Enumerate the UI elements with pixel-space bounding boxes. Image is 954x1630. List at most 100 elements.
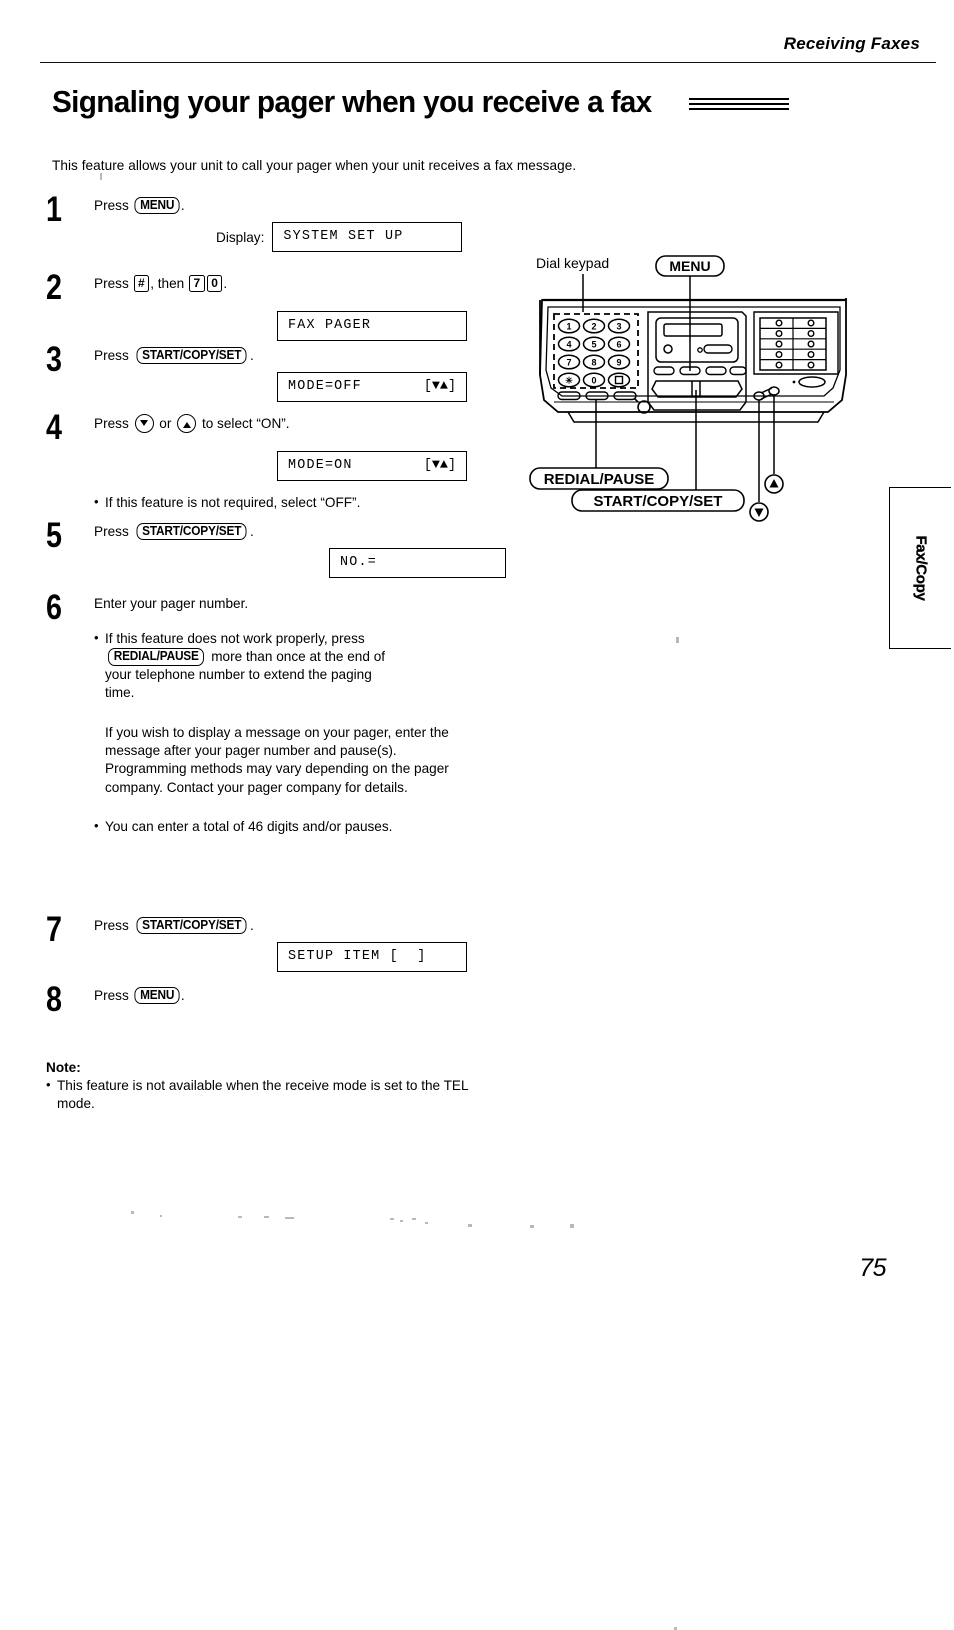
bullet-line-3: your telephone number to extend the pagi… (105, 667, 372, 683)
step-text-after: . (249, 523, 254, 539)
hash-key-label: # (133, 275, 150, 292)
bullet-line-1: If this feature does not work properly, … (105, 631, 365, 646)
step-5: 5 Press START/COPY/SET . NO.= (46, 516, 506, 594)
step-6-bullet-2: You can enter a total of 46 digits and/o… (94, 817, 506, 836)
menu-key-label: MENU (133, 986, 180, 1005)
start-copy-set-key-label: START/COPY/SET (136, 346, 247, 365)
step-4-bullet: If this feature is not required, select … (94, 493, 506, 512)
lcd-text: SYSTEM SET UP (283, 229, 404, 244)
scan-speck (530, 1225, 534, 1228)
digit-key-7-label: 7 (189, 275, 205, 292)
down-arrow-icon (134, 414, 154, 433)
page-number: 75 (859, 1254, 886, 1282)
step-text-after: . (180, 197, 185, 213)
keypad-key-0: 0 (591, 376, 596, 386)
step-6-bullet-1: If this feature does not work properly, … (94, 629, 506, 702)
section-title: Receiving Faxes (783, 34, 920, 53)
step-4: 4 Press or to select “ON”. MODE=ON [▼▲] … (46, 408, 506, 522)
up-arrow-icon (177, 414, 197, 433)
step-instruction: Press START/COPY/SET . (94, 346, 506, 365)
step-6: 6 Enter your pager number. If this featu… (46, 590, 506, 916)
keypad-key-2: 2 (591, 322, 596, 332)
keypad-key-7: 7 (566, 358, 571, 368)
keypad-key-8: 8 (591, 358, 596, 368)
step-text-before: Press (94, 917, 133, 933)
display-row: MODE=OFF [▼▲] (277, 372, 506, 402)
keypad-key-3: 3 (616, 322, 621, 332)
step-text-before: Press (94, 197, 133, 213)
step-text-before: Press (94, 275, 133, 291)
scan-speck (160, 1215, 162, 1217)
scan-speck (390, 1218, 394, 1220)
lcd-text: MODE=ON (288, 458, 353, 473)
start-copy-set-key-label: START/COPY/SET (136, 916, 247, 935)
redial-pause-callout: REDIAL/PAUSE (529, 467, 669, 490)
menu-callout-label: MENU (669, 258, 710, 274)
page-title-row: Signaling your pager when you receive a … (52, 84, 924, 120)
page-header: Receiving Faxes (40, 34, 936, 64)
step-1: 1 Press MENU . Display: SYSTEM SET UP (46, 190, 506, 274)
lcd-text: FAX PAGER (288, 318, 372, 333)
lcd-display: MODE=ON [▼▲] (277, 451, 467, 481)
keypad-key-4: 4 (566, 340, 571, 350)
keypad-key-9: 9 (616, 358, 621, 368)
keypad-key-5: 5 (591, 340, 596, 350)
lcd-right-text: [▼▲] (423, 379, 456, 394)
note-bullet: This feature is not available when the r… (46, 1076, 486, 1113)
digit-key-0-label: 0 (206, 275, 223, 292)
display-label: Display: (216, 229, 265, 245)
keypad-key-star: ✳ (565, 376, 573, 386)
scan-speck (412, 1218, 416, 1220)
step-number: 8 (46, 980, 62, 1019)
up-arrow-callout-icon (764, 474, 784, 494)
redial-pause-callout-label: REDIAL/PAUSE (544, 471, 655, 488)
lcd-display: NO.= (329, 548, 506, 578)
fax-machine-diagram: 1 2 3 4 5 6 7 8 9 ✳ 0 Dial keypad MENU R… (528, 250, 928, 560)
scan-speck (400, 1220, 403, 1222)
scan-speck (238, 1216, 242, 1218)
step-number: 4 (46, 408, 62, 447)
bullet-line-2: more than once at the end of (207, 649, 386, 665)
display-row: Display: SYSTEM SET UP (216, 222, 506, 252)
lcd-right-text: [▼▲] (423, 458, 456, 473)
step-number: 2 (46, 268, 62, 307)
keypad-key-6: 6 (616, 340, 621, 350)
start-copy-set-callout: START/COPY/SET (571, 489, 745, 512)
step-instruction: Press or to select “ON”. (94, 414, 506, 433)
step-text-mid: , then (150, 275, 189, 291)
step-text-after: to select “ON”. (198, 415, 290, 431)
scan-speck (264, 1216, 269, 1218)
step-text-before: Press (94, 415, 133, 431)
step-8: 8 Press MENU . (46, 980, 506, 1026)
step-instruction: Press MENU . (94, 196, 506, 215)
step-2: 2 Press # , then 7 0 . FAX PAGER (46, 268, 506, 346)
menu-callout: MENU (655, 255, 725, 277)
step-7: 7 Press START/COPY/SET . SETUP ITEM [ ] (46, 910, 506, 986)
lcd-display: FAX PAGER (277, 311, 467, 341)
lcd-display: SYSTEM SET UP (272, 222, 463, 252)
lcd-text: SETUP ITEM [ ] (288, 949, 427, 964)
lcd-display: MODE=OFF [▼▲] (277, 372, 467, 402)
step-instruction: Press # , then 7 0 . (94, 274, 506, 293)
scan-speck (468, 1224, 472, 1227)
step-text-before: Press (94, 523, 133, 539)
start-copy-set-callout-label: START/COPY/SET (594, 493, 723, 510)
step-text-after: . (249, 347, 254, 363)
step-6-paragraph: If you wish to display a message on your… (105, 725, 449, 795)
step-number: 5 (46, 516, 62, 555)
step-number: 7 (46, 910, 62, 949)
note-title: Note: (46, 1060, 81, 1075)
steps-list: 1 Press MENU . Display: SYSTEM SET UP 2 … (46, 190, 506, 1026)
step-number: 3 (46, 340, 62, 379)
step-3: 3 Press START/COPY/SET . MODE=OFF [▼▲] (46, 340, 506, 414)
display-row: MODE=ON [▼▲] (277, 451, 506, 481)
scan-speck (285, 1217, 294, 1219)
menu-key-label: MENU (133, 196, 180, 215)
step-text-before: Press (94, 987, 133, 1003)
lcd-display: SETUP ITEM [ ] (277, 942, 467, 972)
step-instruction: Press MENU . (94, 986, 506, 1005)
scan-speck (570, 1224, 574, 1228)
step-instruction: Press START/COPY/SET . (94, 916, 506, 935)
step-number: 1 (46, 190, 62, 229)
display-row: NO.= (329, 548, 506, 578)
